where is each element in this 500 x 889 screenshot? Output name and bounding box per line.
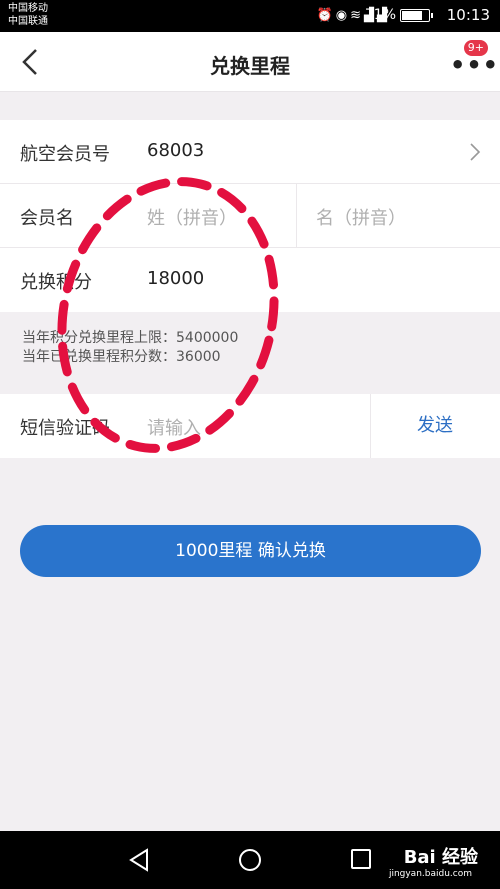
given-name-input[interactable]: 名（拼音）	[316, 204, 406, 230]
points-label: 兑换积分	[20, 272, 92, 293]
eye-icon: ◉	[335, 8, 351, 23]
page-title: 兑换里程	[210, 54, 290, 78]
alarm-icon: ⏰	[316, 8, 336, 23]
member-number-value: 68003	[147, 140, 205, 161]
nav-bar: 兑换里程 ••• 9+	[0, 32, 500, 92]
yearly-used-text: 当年已兑换里程积分数：36000	[22, 349, 221, 365]
nav-back-icon[interactable]	[128, 848, 150, 872]
sms-code-row: 短信验证码 请输入 发送	[0, 394, 500, 458]
notification-badge: 9+	[463, 40, 488, 56]
nav-recent-icon[interactable]	[351, 849, 371, 869]
member-name-label: 会员名	[20, 208, 74, 229]
send-code-button[interactable]: 发送	[370, 394, 500, 458]
exchange-info: 当年积分兑换里程上限：5400000 当年已兑换里程积分数：36000	[22, 329, 238, 367]
battery-icon	[400, 9, 433, 22]
baidu-jingyan-logo: Bai 经验	[403, 847, 478, 868]
more-icon: •••	[450, 51, 500, 79]
sms-form: 短信验证码 请输入 发送	[0, 394, 500, 458]
points-input[interactable]: 18000	[147, 268, 204, 289]
carrier-1: 中国移动	[8, 3, 48, 14]
more-button[interactable]: •••	[450, 53, 498, 77]
clock: 10:13	[446, 6, 490, 24]
nav-home-icon[interactable]	[239, 849, 261, 871]
carrier-2: 中国联通	[8, 16, 48, 27]
battery-percent: 71%	[364, 7, 396, 23]
chevron-right-icon	[470, 143, 481, 161]
surname-input[interactable]: 姓（拼音）	[147, 204, 237, 230]
wifi-icon: ≋	[350, 8, 364, 23]
member-number-row[interactable]: 航空会员号 68003	[0, 120, 500, 184]
status-bar: 中国移动 中国联通 ⏰◉≋▟▟ 71% 10:13	[0, 0, 500, 32]
confirm-exchange-button[interactable]: 1000里程 确认兑换	[20, 525, 481, 577]
member-name-row: 会员名 姓（拼音） 名（拼音）	[0, 184, 500, 248]
name-divider	[296, 184, 297, 247]
member-number-label: 航空会员号	[20, 144, 110, 165]
battery-level	[402, 11, 422, 20]
yearly-limit-text: 当年积分兑换里程上限：5400000	[22, 330, 239, 346]
sms-code-label: 短信验证码	[20, 418, 110, 439]
member-form: 航空会员号 68003 会员名 姓（拼音） 名（拼音） 兑换积分 18000	[0, 120, 500, 312]
system-nav-bar: Bai 经验 jingyan.baidu.com	[0, 831, 500, 889]
sms-code-input[interactable]: 请输入	[147, 414, 201, 440]
carrier-info: 中国移动 中国联通	[8, 2, 48, 28]
points-row: 兑换积分 18000	[0, 248, 500, 312]
watermark-url: jingyan.baidu.com	[388, 869, 472, 879]
